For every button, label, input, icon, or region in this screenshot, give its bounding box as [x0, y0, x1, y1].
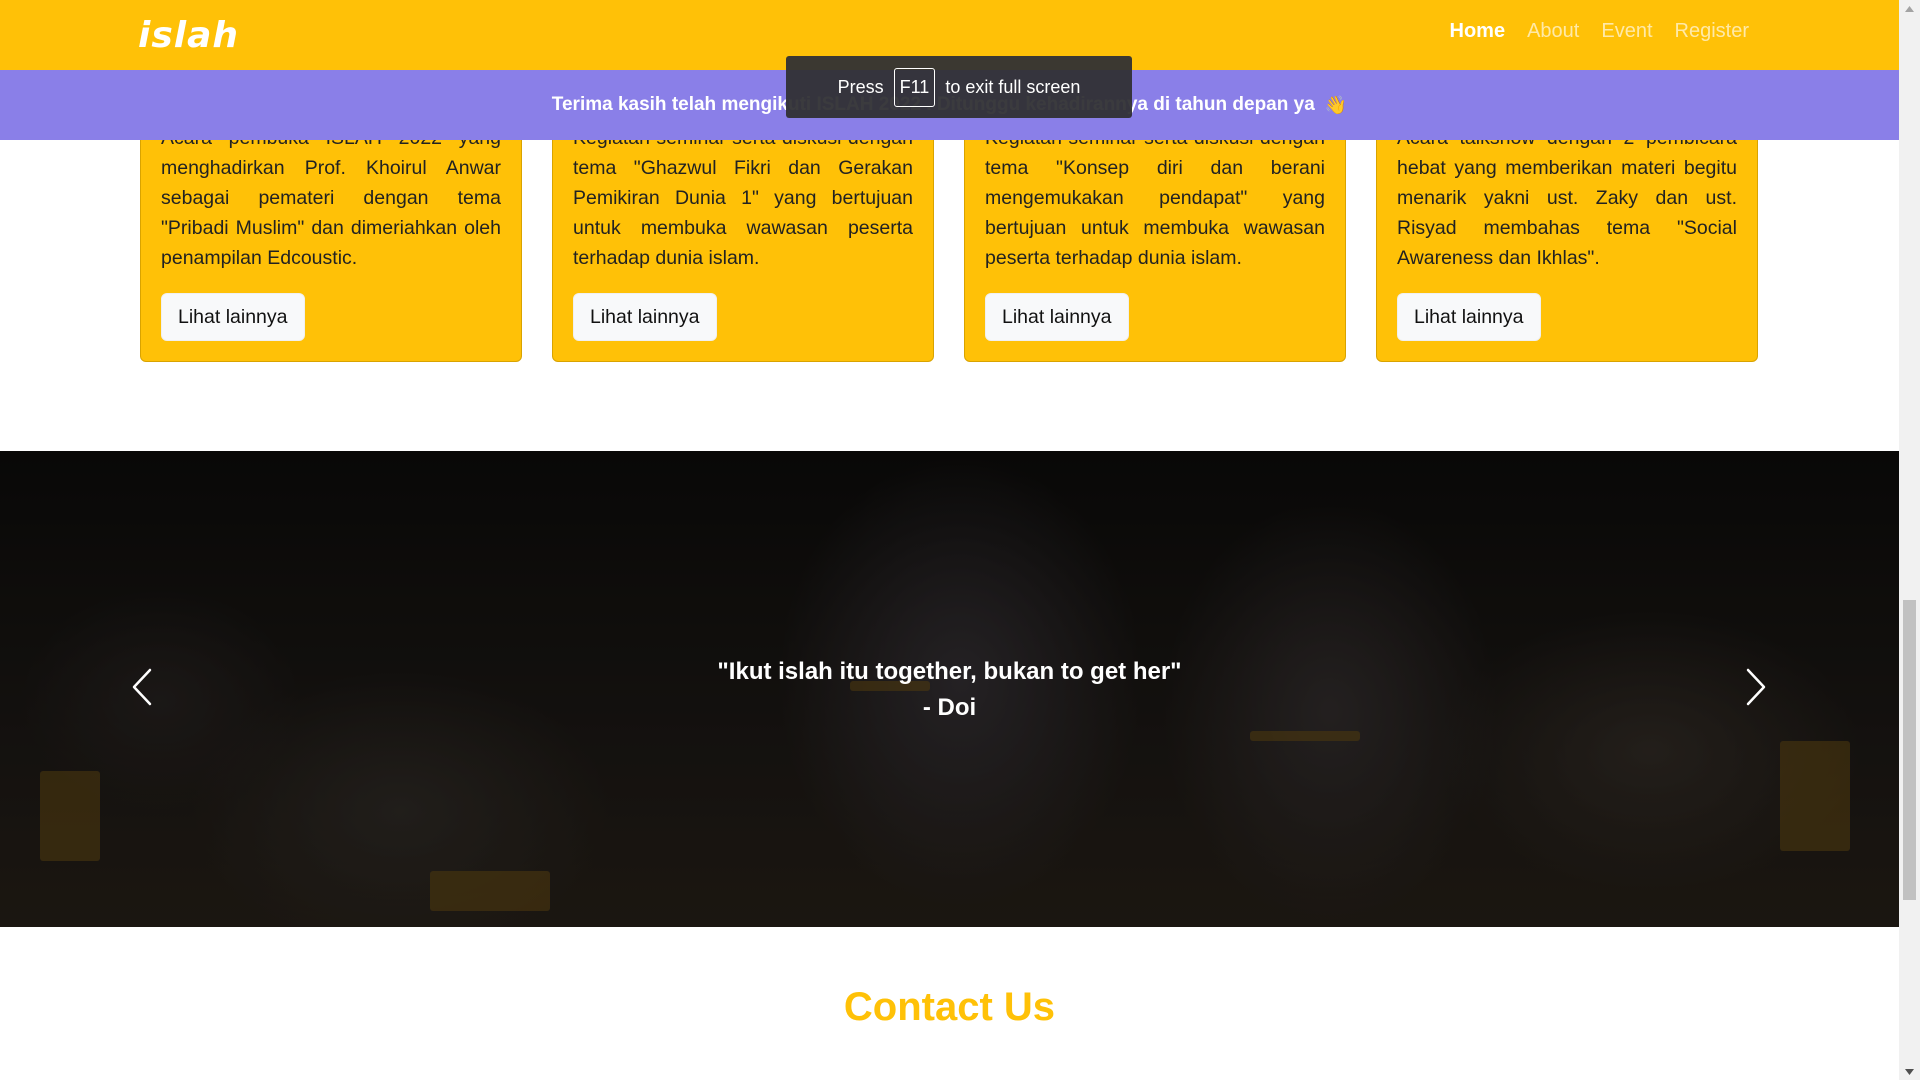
testimonial-quote: "Ikut islah itu together, bukan to get h…	[717, 658, 1182, 685]
page-viewport: Acara pembuka ISLAH 2022 yang menghadirk…	[0, 0, 1899, 1080]
see-more-button[interactable]: Lihat lainnya	[161, 293, 305, 341]
scrollbar-thumb[interactable]	[1903, 600, 1916, 900]
toast-suffix: to exit full screen	[945, 76, 1081, 97]
see-more-button[interactable]: Lihat lainnya	[573, 293, 717, 341]
testimonial: "Ikut islah itu together, bukan to get h…	[0, 654, 1899, 726]
see-more-button[interactable]: Lihat lainnya	[1397, 293, 1541, 341]
nav-links: Home About Event Register	[1450, 20, 1749, 43]
event-card-description: Acara pembuka ISLAH 2022 yang menghadirk…	[161, 127, 501, 269]
testimonial-author: - Doi	[922, 694, 977, 721]
event-card-description: Acara talkshow dengan 2 pembicara hebat …	[1397, 127, 1737, 269]
toast-prefix: Press	[837, 76, 884, 97]
vertical-scrollbar[interactable]	[1899, 0, 1920, 1080]
logo-text: islah	[138, 14, 240, 56]
browser-page: Acara pembuka ISLAH 2022 yang menghadirk…	[0, 0, 1920, 1080]
scroll-up-arrow-icon[interactable]	[1899, 0, 1920, 17]
contact-title: Contact Us	[843, 985, 1056, 1029]
testimonial-carousel: "Ikut islah itu together, bukan to get h…	[0, 451, 1899, 927]
nav-link-about[interactable]: About	[1527, 20, 1579, 43]
islah-logo[interactable]: islah	[138, 14, 240, 56]
scroll-down-arrow-icon[interactable]	[1899, 1063, 1920, 1080]
event-card-description: Kegiatan seminar serta diskusi dengan te…	[985, 127, 1325, 269]
fullscreen-toast: Press F11 to exit full screen	[786, 56, 1132, 118]
nav-link-home[interactable]: Home	[1450, 20, 1506, 43]
f11-key: F11	[893, 67, 936, 107]
see-more-button[interactable]: Lihat lainnya	[985, 293, 1129, 341]
waving-hand-icon: 👋	[1324, 94, 1348, 115]
nav-link-register[interactable]: Register	[1675, 20, 1749, 43]
event-card-description: Kegiatan seminar serta diskusi dengan te…	[573, 127, 913, 269]
nav-link-event[interactable]: Event	[1601, 20, 1652, 43]
